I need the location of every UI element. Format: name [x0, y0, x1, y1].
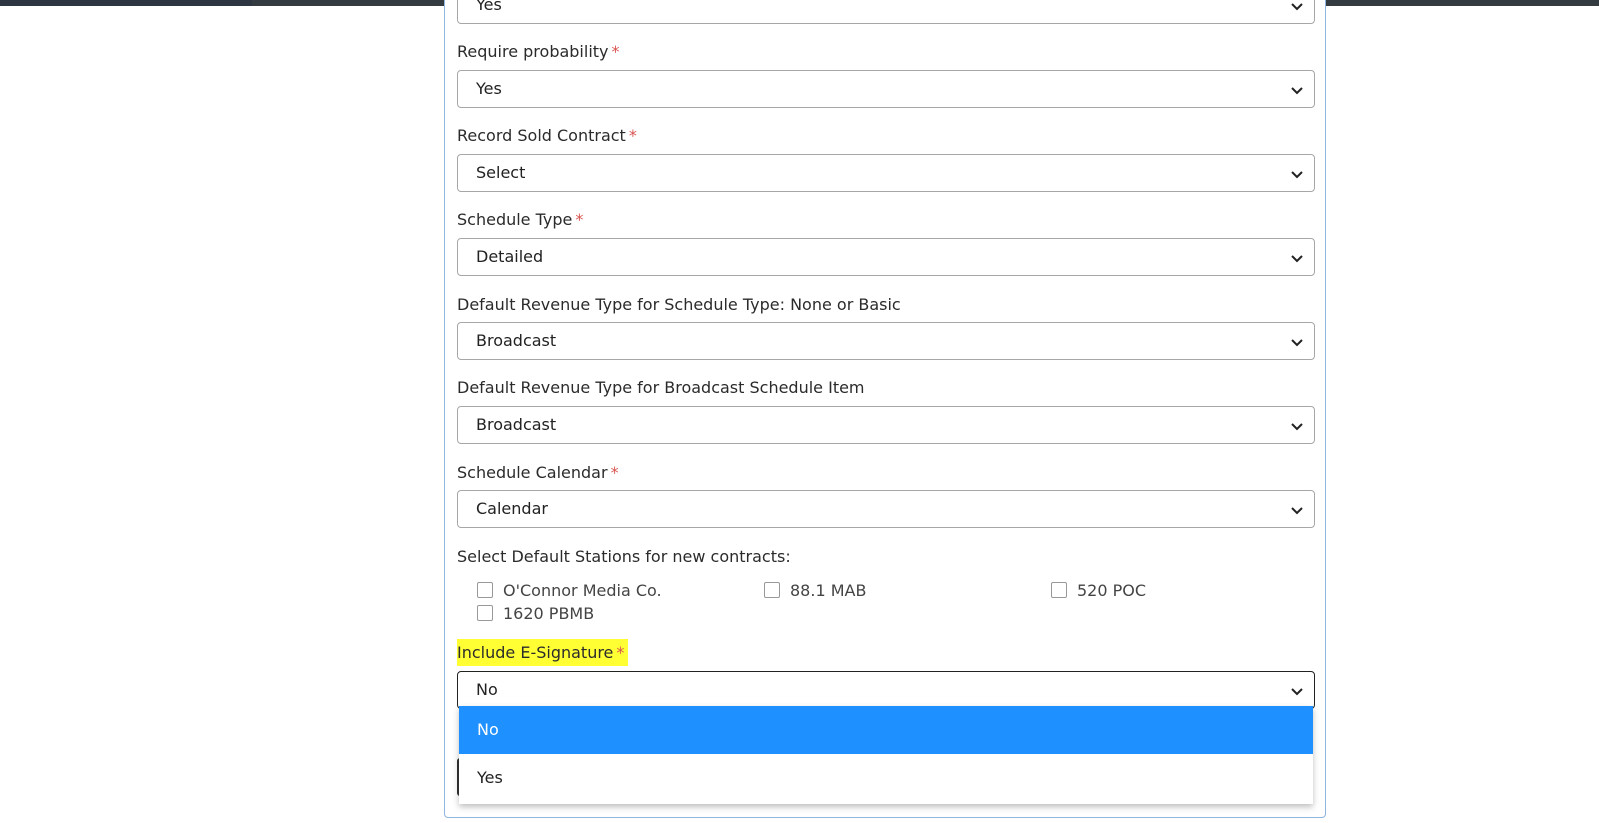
record-sold-contract-value: Select [476, 163, 526, 182]
station-label: O'Connor Media Co. [503, 581, 662, 600]
chevron-down-icon [1291, 507, 1303, 515]
highlight-marker: Include E-Signature * [457, 639, 629, 666]
chevron-down-icon [1291, 171, 1303, 179]
top-select[interactable]: Yes [457, 0, 1315, 24]
checkbox[interactable] [1051, 582, 1067, 598]
required-marker: * [611, 42, 620, 61]
station-checkbox-881-mab[interactable]: 88.1 MAB [764, 581, 866, 601]
include-esignature-label-text: Include E-Signature [457, 643, 614, 662]
schedule-type-select[interactable]: Detailed [457, 238, 1315, 276]
default-revenue-broadcast-item-select[interactable]: Broadcast [457, 406, 1315, 444]
station-label: 520 POC [1077, 581, 1147, 600]
esignature-dropdown-list: No Yes [459, 706, 1313, 804]
chevron-down-icon [1291, 3, 1303, 11]
chevron-down-icon [1291, 255, 1303, 263]
record-sold-contract-select[interactable]: Select [457, 154, 1315, 192]
required-marker: * [575, 210, 584, 229]
required-marker: * [628, 126, 637, 145]
chevron-down-icon [1291, 688, 1303, 696]
default-revenue-broadcast-item-value: Broadcast [476, 415, 557, 434]
dropdown-option-yes[interactable]: Yes [459, 754, 1313, 802]
dropdown-option-no[interactable]: No [459, 706, 1313, 754]
require-probability-select[interactable]: Yes [457, 70, 1315, 108]
include-esignature-label: Include E-Signature * [457, 639, 629, 666]
station-checkbox-1620-pbmb[interactable]: 1620 PBMB [477, 604, 594, 624]
chevron-down-icon [1291, 423, 1303, 431]
schedule-calendar-label-text: Schedule Calendar [457, 463, 608, 482]
chevron-down-icon [1291, 339, 1303, 347]
schedule-calendar-value: Calendar [476, 499, 548, 518]
top-select-value: Yes [476, 0, 502, 14]
schedule-type-label-text: Schedule Type [457, 210, 573, 229]
chevron-down-icon [1291, 87, 1303, 95]
checkbox[interactable] [764, 582, 780, 598]
schedule-calendar-select[interactable]: Calendar [457, 490, 1315, 528]
require-probability-label-text: Require probability [457, 42, 609, 61]
default-stations-label-text: Select Default Stations for new contract… [457, 547, 791, 566]
schedule-type-value: Detailed [476, 247, 544, 266]
require-probability-value: Yes [476, 79, 502, 98]
record-sold-contract-label: Record Sold Contract * [457, 126, 637, 146]
default-revenue-none-basic-select[interactable]: Broadcast [457, 322, 1315, 360]
default-revenue-none-basic-label-text: Default Revenue Type for Schedule Type: … [457, 295, 901, 314]
require-probability-label: Require probability * [457, 42, 620, 62]
station-checkbox-oconnor[interactable]: O'Connor Media Co. [477, 581, 662, 601]
default-revenue-broadcast-item-label: Default Revenue Type for Broadcast Sched… [457, 378, 865, 398]
required-marker: * [610, 463, 619, 482]
schedule-type-label: Schedule Type * [457, 210, 583, 230]
station-label: 88.1 MAB [790, 581, 867, 600]
station-checkbox-520-poc[interactable]: 520 POC [1051, 581, 1146, 601]
default-revenue-broadcast-item-label-text: Default Revenue Type for Broadcast Sched… [457, 378, 865, 397]
station-label: 1620 PBMB [503, 604, 595, 623]
default-stations-label: Select Default Stations for new contract… [457, 547, 791, 567]
checkbox[interactable] [477, 582, 493, 598]
include-esignature-value: No [476, 680, 498, 699]
checkbox[interactable] [477, 605, 493, 621]
default-revenue-none-basic-label: Default Revenue Type for Schedule Type: … [457, 295, 901, 315]
default-revenue-none-basic-value: Broadcast [476, 331, 557, 350]
include-esignature-select[interactable]: No [457, 671, 1315, 709]
required-marker: * [616, 643, 625, 662]
schedule-calendar-label: Schedule Calendar * [457, 463, 619, 483]
record-sold-contract-label-text: Record Sold Contract [457, 126, 626, 145]
